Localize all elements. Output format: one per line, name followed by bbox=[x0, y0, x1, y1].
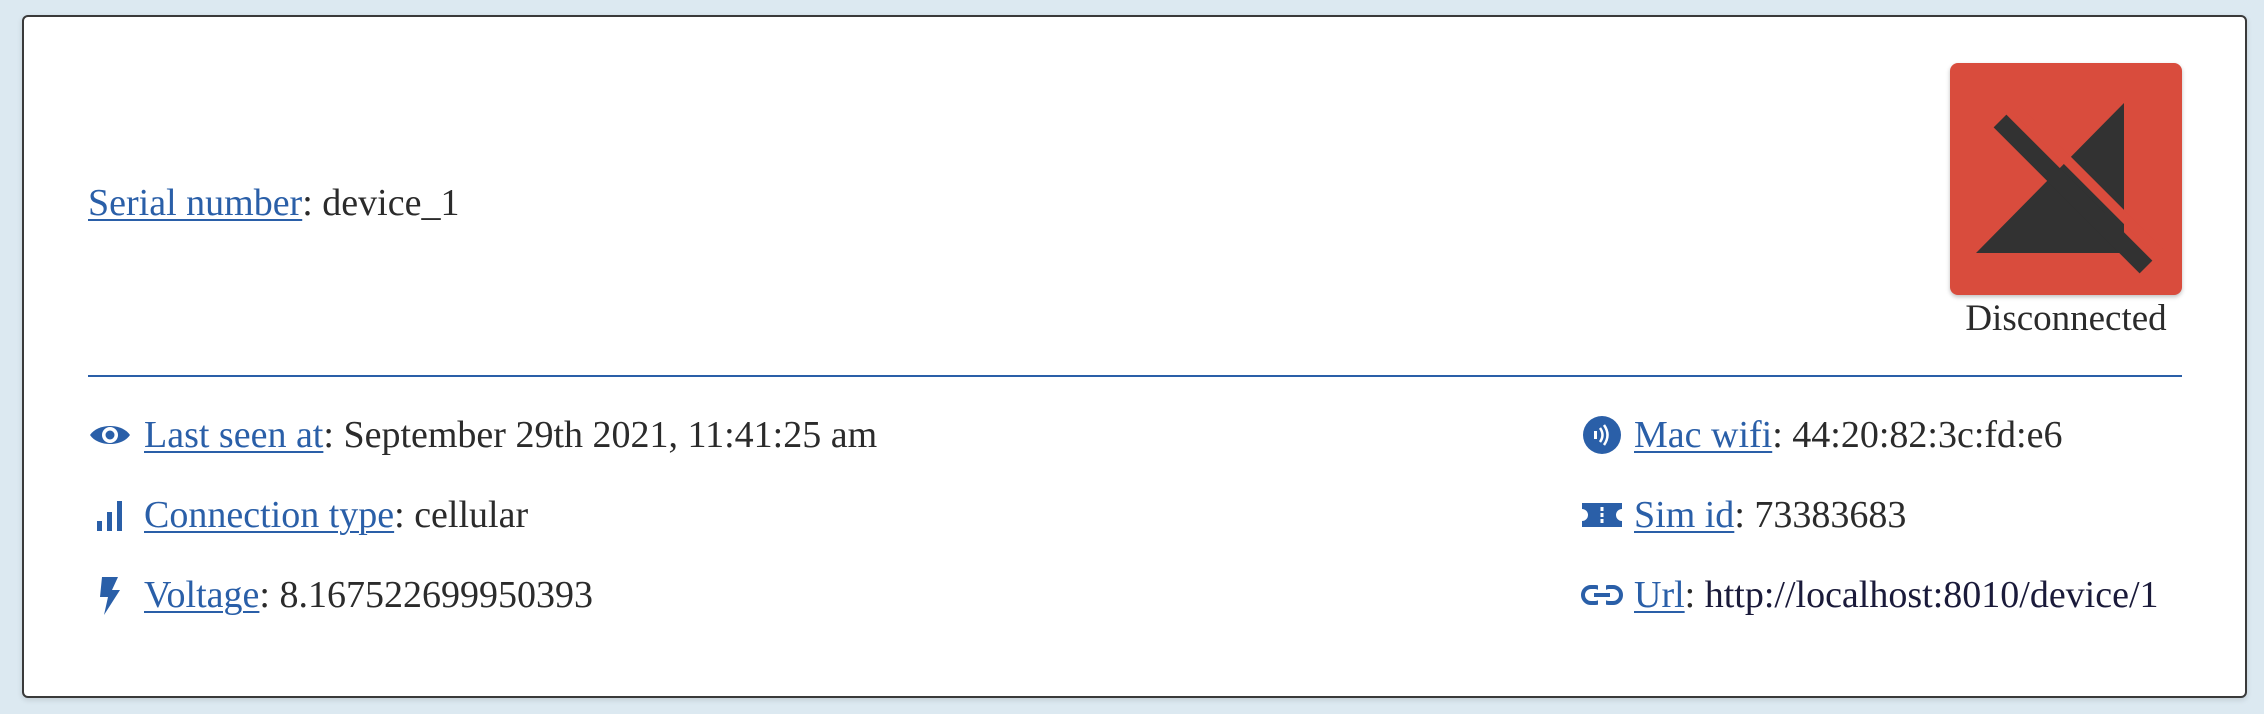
sim-id-link[interactable]: Sim id bbox=[1634, 494, 1734, 536]
separator: : bbox=[1734, 494, 1755, 536]
sim-card-icon bbox=[1580, 493, 1624, 537]
status-indicator bbox=[1950, 63, 2182, 295]
last-seen-value: September 29th 2021, 11:41:25 am bbox=[343, 414, 878, 456]
wifi-nfc-icon bbox=[1580, 413, 1624, 457]
separator: : bbox=[259, 574, 280, 616]
url-row: Url: http://localhost:8010/device/1 bbox=[1634, 571, 2159, 619]
connection-type-row: Connection type: cellular bbox=[144, 491, 528, 539]
serial-number-row: Serial number: device_1 bbox=[88, 179, 459, 227]
mac-wifi-row: Mac wifi: 44:20:82:3c:fd:e6 bbox=[1634, 411, 2062, 459]
lightning-icon bbox=[88, 573, 132, 617]
voltage-link[interactable]: Voltage bbox=[144, 574, 259, 616]
sim-id-value: 73383683 bbox=[1754, 494, 1907, 536]
device-card: Serial number: device_1 Disconnected Las… bbox=[22, 15, 2247, 698]
separator: : bbox=[394, 494, 415, 536]
serial-number-value: device_1 bbox=[322, 182, 460, 224]
status-label: Disconnected bbox=[1965, 298, 2167, 339]
link-icon bbox=[1580, 573, 1624, 617]
separator: : bbox=[302, 182, 323, 224]
eye-icon bbox=[88, 413, 132, 457]
last-seen-link[interactable]: Last seen at bbox=[144, 414, 323, 456]
separator: : bbox=[323, 414, 344, 456]
url-link[interactable]: Url bbox=[1634, 574, 1685, 616]
signal-off-icon bbox=[1976, 103, 2164, 274]
separator: : bbox=[1772, 414, 1793, 456]
url-value: http://localhost:8010/device/1 bbox=[1704, 574, 2159, 616]
mac-wifi-value: 44:20:82:3c:fd:e6 bbox=[1792, 414, 2063, 456]
mac-wifi-link[interactable]: Mac wifi bbox=[1634, 414, 1772, 456]
divider bbox=[88, 375, 2182, 377]
voltage-value: 8.167522699950393 bbox=[279, 574, 593, 616]
last-seen-row: Last seen at: September 29th 2021, 11:41… bbox=[144, 411, 877, 459]
voltage-row: Voltage: 8.167522699950393 bbox=[144, 571, 593, 619]
signal-bars-icon bbox=[88, 493, 132, 537]
sim-id-row: Sim id: 73383683 bbox=[1634, 491, 1906, 539]
connection-type-value: cellular bbox=[414, 494, 529, 536]
serial-number-link[interactable]: Serial number bbox=[88, 182, 302, 224]
separator: : bbox=[1684, 574, 1705, 616]
connection-type-link[interactable]: Connection type bbox=[144, 494, 394, 536]
